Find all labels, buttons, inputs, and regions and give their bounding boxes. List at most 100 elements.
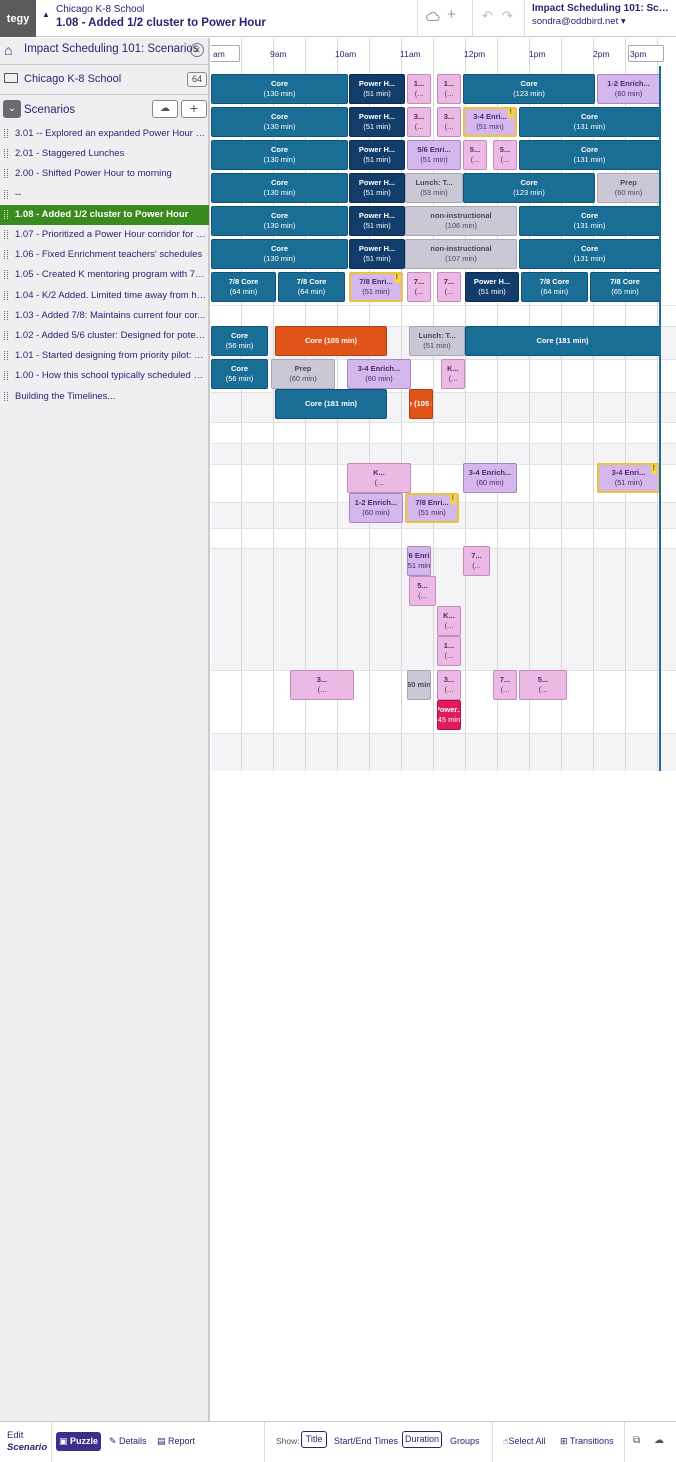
schedule-block[interactable]: 3... (... [437,670,461,700]
scenario-item[interactable]: 2.00 - Shifted Power Hour to morning [0,164,209,184]
schedule-block[interactable]: Core (130 min) [211,74,348,104]
schedule-block[interactable]: 1... (... [407,74,431,104]
toggle-groups[interactable]: Groups [450,1436,480,1446]
schedule-block[interactable]: 5... (... [409,576,436,606]
schedule-block[interactable]: 7/8 Enri... (51 min) [405,493,459,523]
schedule-block[interactable]: Core (105 min) [275,326,387,356]
schedule-block[interactable]: K... (... [347,463,411,493]
scenario-item[interactable]: 1.08 - Added 1/2 cluster to Power Hour [0,204,209,225]
user-menu[interactable]: sondra@oddbird.net ▾ [532,16,626,27]
schedule-block[interactable]: Core (181 min) [275,389,387,419]
schedule-block[interactable]: 5/6 Enri...(51 min) [407,546,431,576]
scenario-item[interactable]: -- [0,185,209,205]
scenario-item[interactable]: 1.03 - Added 7/8: Maintains current four… [0,306,209,326]
schedule-block[interactable]: non-instructional (106 min) [405,206,517,236]
scenario-item[interactable]: 1.04 - K/2 Added. Limited time away from… [0,286,209,306]
puzzle-button[interactable]: ▣ Puzzle [56,1432,101,1451]
schedule-block[interactable]: Core (130 min) [211,173,348,203]
schedule-block[interactable]: 7/8 Enri... (51 min) [349,272,403,302]
breadcrumb-school[interactable]: Chicago K-8 School [56,4,144,15]
schedule-block[interactable]: 7... (... [493,670,517,700]
schedule-block[interactable]: 7/8 Core (64 min) [278,272,345,302]
add-scenario-button[interactable]: + [181,100,207,118]
schedule-block[interactable]: Power...(45 min) [437,700,461,730]
schedule-block[interactable]: Power H... (51 min) [349,74,405,104]
report-button[interactable]: ▤ Report [157,1436,195,1447]
schedule-block[interactable]: 3-4 Enrich... (60 min) [347,359,411,389]
schedule-block[interactable]: 1... (... [437,74,461,104]
copy-icon[interactable]: ⧉ [633,1435,640,1446]
drag-handle-icon[interactable] [4,230,8,239]
schedule-block[interactable]: 3... (... [407,107,431,137]
schedule-block[interactable]: 5... (... [463,140,487,170]
schedule-block[interactable]: Core (130 min) [211,239,348,269]
scenario-item[interactable]: 1.05 - Created K mentoring program with … [0,265,209,285]
schedule-block[interactable]: Core (181 min) [465,326,660,356]
drag-handle-icon[interactable] [4,149,8,159]
scenario-item[interactable]: Building the Timelines... [0,387,209,407]
schedule-block[interactable]: 7... (... [437,272,461,302]
schedule-block[interactable]: Prep (60 min) [271,359,335,389]
scenario-item[interactable]: 1.06 - Fixed Enrichment teachers' schedu… [0,245,209,265]
schedule-block[interactable]: Core (130 min) [211,206,348,236]
schedule-block[interactable]: Core (56 min) [211,359,268,389]
transitions-button[interactable]: ⊞ Transitions [560,1436,614,1447]
schedule-block[interactable]: 5... (... [493,140,517,170]
redo-icon[interactable]: ↷ [502,8,513,24]
schedule-block[interactable]: Core (131 min) [519,239,660,269]
schedule-block[interactable]: 5/6 Enri...(51 min) [407,140,461,170]
toggle-start-end[interactable]: Start/End Times [334,1436,398,1446]
scenario-item[interactable]: 1.07 - Prioritized a Power Hour corridor… [0,225,209,245]
scenario-item[interactable]: 2.01 - Staggered Lunches [0,144,209,164]
plus-icon[interactable]: + [447,6,456,23]
schedule-block[interactable]: 1-2 Enrich... (60 min) [597,74,660,104]
schedule-block[interactable]: Core (56 min) [211,326,268,356]
drag-handle-icon[interactable] [4,331,8,340]
schedule-block[interactable]: Core (123 min) [463,173,595,203]
drag-handle-icon[interactable] [4,371,8,381]
schedule-block[interactable]: Power H... (51 min) [465,272,519,302]
drag-handle-icon[interactable] [4,209,8,219]
schedule-block[interactable]: Core (131 min) [519,140,660,170]
caret-up-icon[interactable]: ▲ [42,10,50,19]
schedule-block[interactable]: Core (131 min) [519,107,660,137]
schedule-block[interactable]: Lunch: T... (53 min) [405,173,463,203]
toggle-title[interactable]: Title [301,1431,327,1448]
schedule-block[interactable]: Core (123 min) [463,74,595,104]
schedule-block[interactable]: 3... (... [437,107,461,137]
scenario-item[interactable]: 3.01 -- Explored an expanded Power Hour … [0,124,209,144]
drag-handle-icon[interactable] [4,189,8,199]
home-icon[interactable]: ⌂ [4,42,12,58]
schedule-block[interactable]: Power H... (51 min) [349,206,405,236]
drag-handle-icon[interactable] [4,270,8,280]
drag-handle-icon[interactable] [4,250,8,260]
cloud-icon[interactable] [426,10,440,24]
schedule-block[interactable]: 5... (... [519,670,567,700]
details-button[interactable]: ✎ Details [109,1436,147,1447]
app-logo[interactable]: tegy [0,0,36,37]
schedule-block[interactable]: 1... (... [437,636,461,666]
scenario-item[interactable]: 1.01 - Started designing from priority p… [0,346,209,366]
chevron-down-icon[interactable]: ⌄ [3,100,21,118]
sidebar-school[interactable]: Chicago K-8 School [24,73,121,85]
schedule-block[interactable]: Core (130 min) [211,140,348,170]
schedule-block[interactable]: 7/8 Core (65 min) [590,272,660,302]
schedule-block[interactable]: Lunch: T... (51 min) [409,326,465,356]
schedule-block[interactable]: Core (130 min) [211,107,348,137]
cloud-icon[interactable]: ☁ [654,1435,664,1446]
schedule-block[interactable]: K... (... [437,606,461,636]
schedule-block[interactable]: non-instructional (107 min) [405,239,517,269]
undo-icon[interactable]: ↶ [482,8,493,24]
schedule-block[interactable]: 3-4 Enrich... (60 min) [463,463,517,493]
schedule-block[interactable]: Power H... (51 min) [349,107,405,137]
schedule-block[interactable]: 7/8 Core (64 min) [211,272,276,302]
scenario-item[interactable]: 1.00 - How this school typically schedul… [0,366,209,386]
select-all-button[interactable]: ☝Select All [503,1436,546,1447]
schedule-block[interactable]: Core (105 min) [409,389,433,419]
drag-handle-icon[interactable] [4,391,8,401]
schedule-block[interactable]: 3... (... [290,670,354,700]
schedule-block[interactable]: 1-2 Enrich... (60 min) [349,493,403,523]
toggle-duration[interactable]: Duration [402,1431,442,1448]
drag-handle-icon[interactable] [4,310,8,320]
drag-handle-icon[interactable] [4,290,8,300]
